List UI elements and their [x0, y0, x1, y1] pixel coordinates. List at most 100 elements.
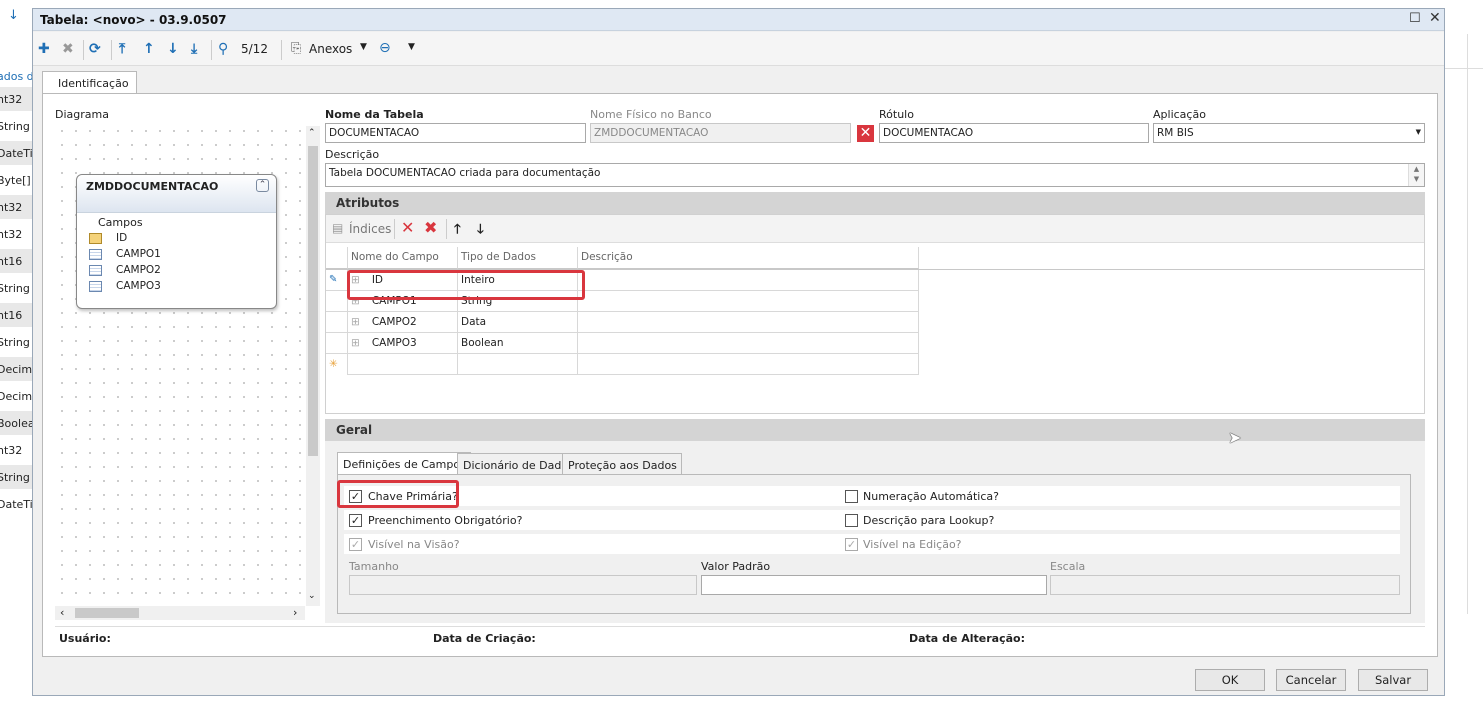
clear-icon[interactable]: ✕: [857, 125, 874, 142]
application-value: RM BIS: [1157, 127, 1194, 139]
scroll-up-icon[interactable]: ⌃: [308, 128, 316, 138]
default-value-input[interactable]: [701, 575, 1047, 595]
toolbar-separator: [111, 40, 112, 60]
field-definitions-panel: ✓ Chave Primária? Numeração Automática? …: [337, 474, 1411, 614]
rotulo-input[interactable]: DOCUMENTACAO: [879, 123, 1149, 143]
next-record-icon[interactable]: ↓: [167, 41, 179, 57]
row-type[interactable]: Data: [458, 312, 578, 333]
scroll-thumb[interactable]: [308, 146, 318, 456]
collapse-icon[interactable]: ⌃: [256, 179, 269, 192]
indices-button[interactable]: Índices: [349, 222, 391, 236]
lookup-desc-checkbox[interactable]: [845, 514, 858, 527]
bg-type: String: [0, 336, 30, 349]
chevron-down-icon[interactable]: ▼: [360, 42, 367, 52]
created-date-label: Data de Criação:: [433, 632, 536, 645]
ok-button[interactable]: OK: [1195, 669, 1265, 691]
description-input[interactable]: Tabela DOCUMENTACAO criada para document…: [325, 163, 1425, 187]
visible-view-checkbox: ✓: [349, 538, 362, 551]
remove-all-icon[interactable]: ✖: [424, 218, 437, 237]
new-row-type[interactable]: [458, 354, 578, 375]
entity-header: ZMDDOCUMENTACAO ⌃: [77, 175, 276, 213]
bg-type: Decimal: [0, 390, 34, 403]
chevron-down-icon[interactable]: ▼: [408, 42, 415, 52]
row-desc[interactable]: [578, 312, 919, 333]
table-name-label: Nome da Tabela: [325, 108, 424, 121]
search-icon[interactable]: ⚲: [218, 41, 228, 57]
bg-type: nt32: [0, 228, 23, 241]
required-checkbox[interactable]: ✓: [349, 514, 362, 527]
entity-name: ZMDDOCUMENTACAO: [86, 180, 219, 193]
close-icon[interactable]: ✕: [1429, 10, 1441, 26]
visible-view-label: Visível na Visão?: [368, 538, 460, 551]
background-scrollbar: [1467, 34, 1483, 614]
table-row[interactable]: ⊞ CAMPO2: [348, 312, 458, 333]
delete-icon[interactable]: ✖: [62, 41, 74, 57]
refresh-icon[interactable]: ⟳: [89, 41, 101, 57]
tab-field-definitions[interactable]: Definições de Campos: [337, 452, 471, 475]
attachments-button[interactable]: Anexos: [309, 42, 352, 56]
column-header-name[interactable]: Nome do Campo: [348, 247, 458, 269]
save-button[interactable]: Salvar: [1358, 669, 1428, 691]
chevron-down-icon[interactable]: ▼: [1416, 128, 1421, 136]
row-name[interactable]: CAMPO2: [372, 316, 417, 328]
bg-type: nt16: [0, 303, 34, 327]
options-icon[interactable]: ⊖: [379, 40, 391, 56]
row-name[interactable]: CAMPO3: [372, 337, 417, 349]
field-icon: [89, 249, 102, 260]
remove-icon[interactable]: ✕: [401, 218, 414, 237]
row-type[interactable]: Boolean: [458, 333, 578, 354]
description-spinner[interactable]: ▲ ▼: [1408, 164, 1424, 186]
bg-type: Boolean: [0, 411, 34, 435]
scroll-thumb[interactable]: [75, 608, 139, 618]
scroll-down-icon[interactable]: ⌄: [308, 591, 316, 601]
grid-corner: [326, 247, 348, 269]
cancel-button[interactable]: Cancelar: [1276, 669, 1346, 691]
table-name-input[interactable]: DOCUMENTACAO: [325, 123, 586, 143]
scroll-right-icon[interactable]: ›: [293, 606, 297, 619]
move-down-icon[interactable]: 🡓: [477, 220, 484, 242]
diagram-vscroll[interactable]: ⌃ ⌄: [306, 126, 320, 606]
physical-name-label: Nome Físico no Banco: [590, 108, 712, 121]
previous-record-icon[interactable]: ↑: [143, 41, 155, 57]
physical-name-input: ZMDDOCUMENTACAO: [590, 123, 851, 143]
modified-date-label: Data de Alteração:: [909, 632, 1025, 645]
tab-data-dictionary[interactable]: Dicionário de Dados: [457, 453, 579, 475]
diagram-hscroll[interactable]: ‹ ›: [55, 606, 305, 620]
row-desc[interactable]: [578, 333, 919, 354]
tab-identification[interactable]: Identificação: [42, 71, 137, 94]
maximize-icon[interactable]: ☐: [1409, 11, 1421, 26]
table-dialog: Tabela: <novo> - 03.9.0507 ☐ ✕ ✚ ✖ ⟳ ⤒ ↑…: [32, 8, 1445, 696]
tab-data-protection[interactable]: Proteção aos Dados: [562, 453, 682, 475]
add-icon[interactable]: ✚: [38, 41, 50, 57]
column-header-description[interactable]: Descrição: [578, 247, 919, 269]
first-record-icon[interactable]: ⤒: [119, 41, 125, 57]
toolbar: ✚ ✖ ⟳ ⤒ ↑ ↓ ⤓ ⚲ 5/12 ⎘ Anexos ▼ ⊖ ▼: [33, 32, 1444, 66]
default-value-label: Valor Padrão: [701, 560, 771, 573]
auto-number-label: Numeração Automática?: [863, 490, 999, 503]
expand-icon[interactable]: ⊞: [351, 337, 360, 349]
move-up-icon[interactable]: 🡑: [454, 220, 461, 242]
table-row[interactable]: ⊞ CAMPO3: [348, 333, 458, 354]
toolbar-separator: [281, 40, 282, 60]
entity-field: CAMPO3: [116, 280, 161, 292]
scroll-left-icon[interactable]: ‹: [60, 606, 64, 619]
size-input: [349, 575, 697, 595]
row-desc[interactable]: [578, 291, 919, 312]
entity-box[interactable]: ZMDDOCUMENTACAO ⌃ Campos ID CAMPO1 CAMPO…: [76, 174, 277, 309]
last-record-icon[interactable]: ⤓: [191, 41, 197, 57]
auto-number-checkbox[interactable]: [845, 490, 858, 503]
highlight-primary-key: [337, 480, 459, 508]
new-row-desc[interactable]: [578, 354, 919, 375]
application-select[interactable]: RM BIS ▼: [1153, 123, 1425, 143]
row-indicator: [326, 312, 348, 333]
bg-type: Decimal: [0, 357, 34, 381]
row-desc[interactable]: [578, 270, 919, 291]
background-right: [1445, 0, 1483, 724]
expand-icon[interactable]: ⊞: [351, 316, 360, 328]
attributes-header: Atributos: [325, 192, 1425, 214]
new-row-name[interactable]: [348, 354, 458, 375]
column-header-type[interactable]: Tipo de Dados: [458, 247, 578, 269]
fields-label: Campos: [98, 216, 143, 229]
bg-type: Byte[]: [0, 174, 31, 187]
diagram-label: Diagrama: [55, 108, 109, 121]
